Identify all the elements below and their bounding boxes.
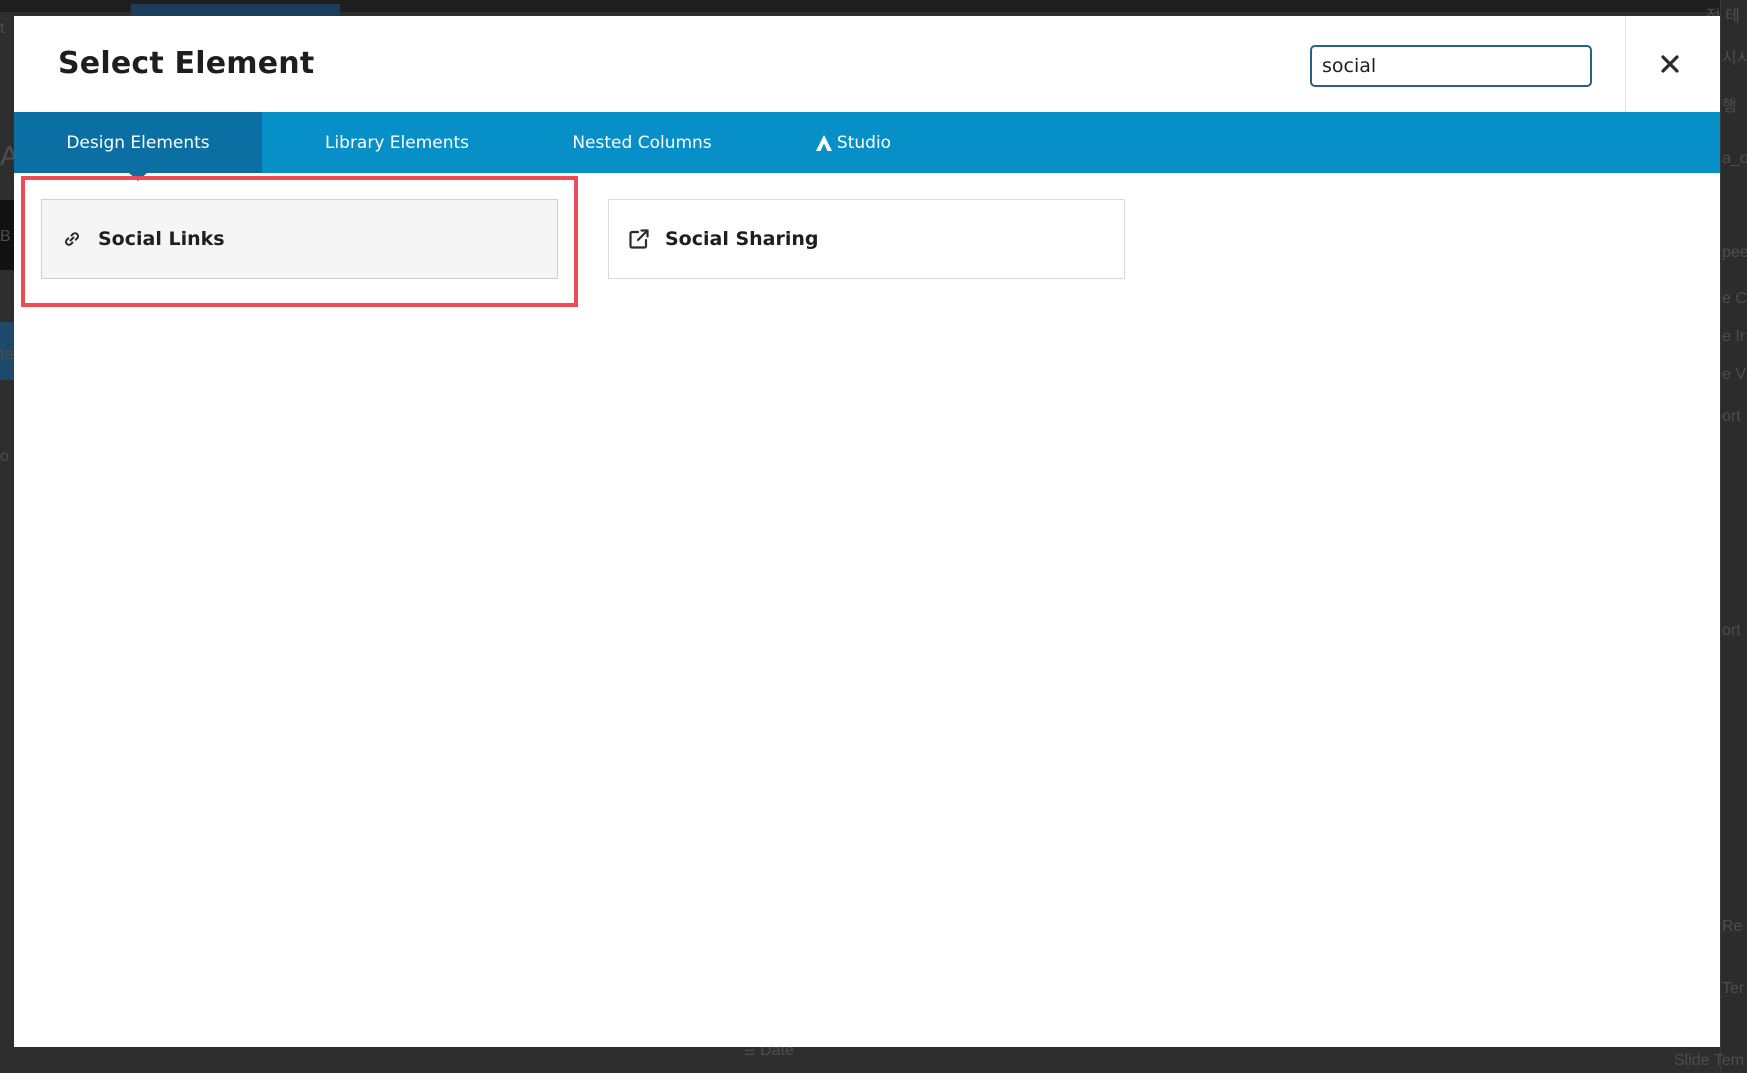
- external-link-icon: [627, 227, 651, 251]
- background-text: B: [0, 228, 11, 245]
- link-icon: [60, 227, 84, 251]
- studio-logo-icon: [815, 134, 833, 152]
- element-label: Social Links: [98, 228, 225, 250]
- tab-studio[interactable]: Studio: [778, 112, 928, 173]
- element-label: Social Sharing: [665, 228, 819, 250]
- select-element-modal: Select Element Design Elements Library E…: [14, 16, 1720, 1047]
- background-text: e Ir: [1722, 328, 1746, 345]
- background-text: e C: [1722, 290, 1747, 307]
- background-text: Ter: [1722, 980, 1745, 997]
- header-divider: [1625, 16, 1626, 112]
- tab-nested-columns[interactable]: Nested Columns: [521, 112, 763, 173]
- background-text: a_o: [1722, 150, 1747, 167]
- background-text: o: [0, 448, 9, 465]
- modal-title: Select Element: [58, 46, 315, 81]
- background-text: Re: [1722, 918, 1743, 935]
- active-tab-caret: [129, 173, 147, 181]
- background-text: te: [0, 346, 14, 363]
- background-text: Slide Tem: [1674, 1052, 1744, 1069]
- background-blue-button: [131, 4, 340, 16]
- background-text: e V: [1722, 366, 1747, 383]
- background-text: 시시: [1722, 50, 1747, 67]
- modal-header: Select Element: [14, 16, 1720, 112]
- search-input[interactable]: [1310, 45, 1592, 87]
- close-button[interactable]: [1650, 46, 1690, 82]
- element-social-links[interactable]: Social Links: [41, 199, 558, 279]
- background-text: ort: [1722, 408, 1741, 425]
- background-text: ort: [1722, 622, 1741, 639]
- background-text: 행: [1722, 98, 1737, 115]
- tab-library-elements[interactable]: Library Elements: [273, 112, 521, 173]
- background-text: t: [0, 20, 5, 37]
- close-icon: [1661, 55, 1679, 73]
- tab-design-elements[interactable]: Design Elements: [14, 112, 262, 181]
- background-text: pee: [1722, 244, 1747, 261]
- tab-bar: Design Elements Library Elements Nested …: [14, 112, 1720, 181]
- element-social-sharing[interactable]: Social Sharing: [608, 199, 1125, 279]
